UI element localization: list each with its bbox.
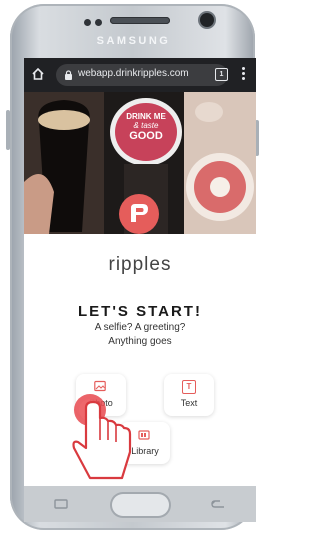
lock-icon: [65, 70, 72, 80]
browser-toolbar: webapp.drinkripples.com 1: [24, 58, 256, 92]
earpiece-speaker: [110, 17, 170, 24]
tab-switcher-button[interactable]: 1: [215, 68, 228, 81]
coaster-text: DRINK ME & taste GOOD: [126, 112, 166, 142]
option-label: Text: [180, 398, 198, 408]
home-icon[interactable]: [31, 67, 45, 81]
volume-button: [6, 110, 10, 150]
text-icon: T: [182, 380, 196, 394]
back-icon[interactable]: [210, 499, 226, 509]
sensor-dot: [95, 19, 102, 26]
address-bar[interactable]: webapp.drinkripples.com: [56, 64, 228, 86]
subtitle-line: Anything goes: [108, 336, 172, 347]
overflow-menu-icon[interactable]: [242, 67, 246, 83]
front-camera: [200, 13, 214, 27]
home-button[interactable]: [112, 494, 169, 516]
brand-logo-text: ripples: [108, 254, 172, 275]
option-text-button[interactable]: T Text: [164, 374, 214, 416]
phone-screen: webapp.drinkripples.com 1 DRINK ME & tas…: [24, 58, 256, 486]
subtitle-line: A selfie? A greeting?: [94, 322, 186, 333]
url-text: webapp.drinkripples.com: [78, 68, 189, 79]
ripples-logo: [119, 194, 159, 234]
recent-apps-icon[interactable]: [54, 499, 68, 509]
device-brand: SAMSUNG: [96, 35, 171, 47]
page-title: LET'S START!: [78, 303, 202, 320]
tap-gesture-hand-icon: [72, 394, 132, 480]
sensor-dot: [84, 19, 91, 26]
